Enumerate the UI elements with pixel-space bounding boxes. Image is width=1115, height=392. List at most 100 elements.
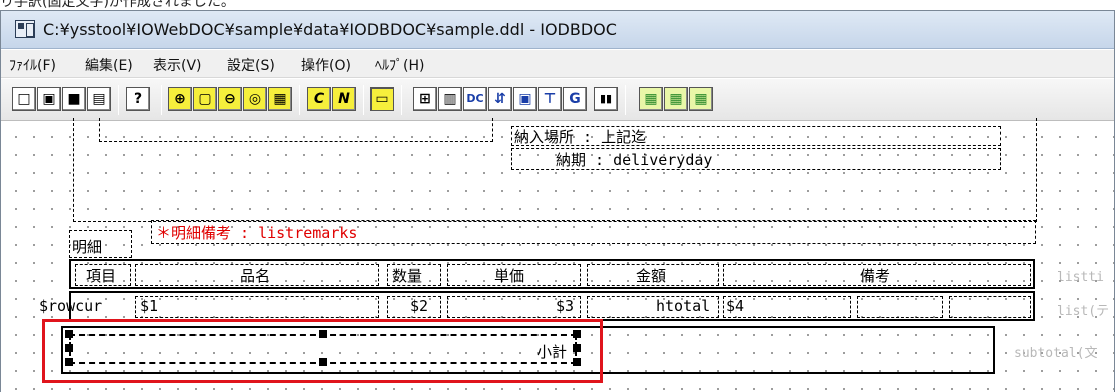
field-button[interactable]: ▭ [370, 87, 394, 111]
save-icon: ■ [67, 91, 81, 107]
menu-edit[interactable]: 編集(E) [85, 55, 133, 75]
table-icon: ▥ [443, 91, 457, 107]
header-cell-item[interactable]: 項目 [75, 264, 131, 286]
delivery-date-text: 納期 : deliveryday [556, 151, 713, 169]
grid-button[interactable]: ▦ [268, 87, 292, 111]
toolbar-separator [118, 85, 119, 115]
zoom-fit-icon: ◎ [248, 91, 262, 107]
header-cell-text: 金額 [636, 267, 667, 285]
row-cell-text: $3 [556, 297, 575, 315]
page-button[interactable]: ▢ [193, 87, 217, 111]
row-cell-text: $1 [140, 297, 159, 315]
dc-button[interactable]: DC [463, 87, 487, 111]
row-cell-name[interactable]: $1 [135, 296, 379, 318]
row-cell-extra[interactable] [857, 296, 943, 318]
plus-box-icon: ⊞ [419, 91, 431, 107]
detail-label-box[interactable]: 明細 [69, 230, 132, 258]
title-bar[interactable]: C:¥ysstool¥IOWebDOC¥sample¥data¥IODBDOC¥… [1, 11, 1114, 49]
toolbar-separator [161, 85, 162, 115]
header-cell-text: 数量 [392, 267, 423, 285]
delivery-date-field[interactable]: 納期 : deliveryday [511, 148, 1001, 170]
preview-button[interactable]: ▤ [87, 87, 111, 111]
design-canvas[interactable]: 納入場所 : 上記迄 納期 : deliveryday ＊明細備考 : list… [1, 118, 1114, 392]
save-button[interactable]: ■ [62, 87, 86, 111]
menu-help[interactable]: ﾍﾙﾌﾟ(H) [375, 55, 424, 75]
layout-2-button[interactable]: ▦ [664, 87, 688, 111]
bold-button[interactable]: N [332, 87, 356, 111]
field-icon: ▭ [375, 91, 389, 107]
zoom-fit-button[interactable]: ◎ [243, 87, 267, 111]
menu-file[interactable]: ﾌｧｲﾙ(F) [9, 55, 56, 75]
row-cell-text: $2 [410, 297, 429, 315]
layout-3-button[interactable]: ▦ [689, 87, 713, 111]
document-icon: ▤ [92, 91, 106, 107]
row-cell-text: htotal [656, 297, 711, 315]
italic-c-icon: C [313, 91, 325, 107]
bold-n-icon: N [338, 91, 350, 107]
menu-bar: ﾌｧｲﾙ(F) 編集(E) 表示(V) 設定(S) 操作(O) ﾍﾙﾌﾟ(H) [1, 50, 1114, 78]
header-cell-qty[interactable]: 数量 [387, 264, 441, 286]
tree-button[interactable]: ⊤ [538, 87, 562, 111]
remarks-field[interactable]: ＊明細備考 : listremarks [151, 220, 1036, 244]
header-cell-text: 項目 [86, 267, 117, 285]
row-cell-qty[interactable]: $2 [387, 296, 441, 318]
caption-strip: り手訳(固定文字)が作成されました。 [0, 0, 1115, 10]
barcode-icon: ▮▮ [599, 92, 613, 105]
align-button[interactable]: ⇵ [488, 87, 512, 111]
layout-1-button[interactable]: ▦ [639, 87, 663, 111]
header-field-box[interactable] [99, 118, 493, 142]
menu-operation[interactable]: 操作(O) [301, 55, 351, 75]
window-title: C:¥ysstool¥IOWebDOC¥sample¥data¥IODBDOC¥… [43, 20, 617, 39]
row-cell-unit-price[interactable]: $3 [447, 296, 581, 318]
header-cell-unit-price[interactable]: 単価 [447, 264, 581, 286]
side-label: subtotal(文 [1014, 346, 1098, 361]
menu-settings[interactable]: 設定(S) [227, 55, 275, 75]
row-cell-text: $4 [726, 297, 745, 315]
graphic-button[interactable]: G [563, 87, 587, 111]
row-cursor-text: $rowcur [39, 297, 103, 315]
remarks-text: ＊明細備考 : listremarks [156, 224, 358, 242]
layout-grid-icon: ▦ [694, 91, 708, 107]
header-cell-text: 品名 [240, 267, 271, 285]
zoom-out-icon: ⊖ [224, 91, 236, 107]
detail-label: 明細 [72, 238, 103, 256]
header-cell-name[interactable]: 品名 [135, 264, 379, 286]
side-label: list(テ [1057, 304, 1110, 319]
insert-box-button[interactable]: ⊞ [413, 87, 437, 111]
new-file-icon: □ [17, 91, 31, 107]
menu-view[interactable]: 表示(V) [153, 55, 202, 75]
open-file-button[interactable]: ▣ [37, 87, 61, 111]
help-icon: ? [133, 91, 143, 107]
window-button[interactable]: ▣ [513, 87, 537, 111]
header-cell-amount[interactable]: 金額 [587, 264, 719, 286]
header-cell-text: 単価 [494, 267, 525, 285]
grid-icon: ▦ [273, 91, 287, 107]
zoom-in-icon: ⊕ [174, 91, 186, 107]
row-cell-extra[interactable] [949, 296, 1031, 318]
tree-icon: ⊤ [543, 91, 557, 107]
row-cell-amount[interactable]: htotal [587, 296, 719, 318]
new-file-button[interactable]: □ [12, 87, 36, 111]
page-icon: ▢ [198, 91, 212, 107]
graphic-g-icon: G [569, 91, 581, 107]
zoom-out-button[interactable]: ⊖ [218, 87, 242, 111]
help-button[interactable]: ? [126, 87, 150, 111]
delivery-place-text: 納入場所 : 上記迄 [514, 128, 647, 146]
toolbar-separator [625, 85, 626, 115]
header-cell-text: 備考 [860, 267, 891, 285]
header-cell-remarks[interactable]: 備考 [723, 264, 1031, 286]
app-window: C:¥ysstool¥IOWebDOC¥sample¥data¥IODBDOC¥… [0, 10, 1115, 392]
toolbar-separator [299, 85, 300, 115]
align-icon: ⇵ [494, 91, 506, 107]
barcode-button[interactable]: ▮▮ [594, 87, 618, 111]
table-button[interactable]: ▥ [438, 87, 462, 111]
italic-button[interactable]: C [307, 87, 331, 111]
delivery-place-field[interactable]: 納入場所 : 上記迄 [511, 126, 1001, 146]
toolbar: □ ▣ ■ ▤ ? ⊕ ▢ ⊖ ◎ ▦ C N ▭ ⊞ ▥ DC ⇵ ▣ ⊤ G… [1, 79, 1114, 121]
side-label: listti [1057, 270, 1104, 285]
zoom-in-button[interactable]: ⊕ [168, 87, 192, 111]
window-icon: ▣ [518, 91, 532, 107]
layout-grid-icon: ▦ [669, 91, 683, 107]
toolbar-separator [401, 85, 402, 115]
row-cell-remarks[interactable]: $4 [723, 296, 851, 318]
